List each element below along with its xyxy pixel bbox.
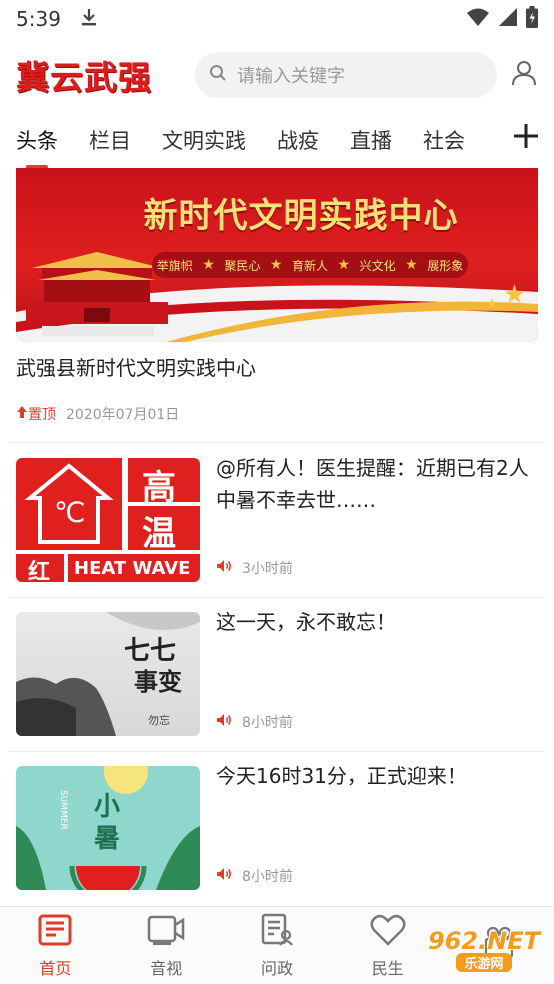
thumb-text: 事变 [134,667,182,696]
thumb-text: 红 [28,560,51,582]
news-title: @所有人！医生提醒：近期已有2人中暑不幸去世…… [216,456,529,512]
download-icon [79,7,99,32]
news-thumbnail-xiaoshu: 小 暑 SUMMER [16,766,200,890]
star-icon: ★ [202,257,215,273]
search-icon [209,64,227,87]
hero-caption[interactable]: 武强县新时代文明实践中心 [16,352,256,381]
divider [8,597,546,598]
wifi-icon [466,7,490,32]
app-logo: 冀云武强 [16,58,152,97]
news-item[interactable]: ℃ 高 温 红 HEAT WAVE @所有人！医生提醒：近期已有2人中暑不幸去世… [16,456,538,582]
plus-icon [513,123,539,153]
nav-label: 问政 [260,958,293,978]
publish-date: 2020年07月01日 [66,407,180,423]
thumb-text: 勿忘 [148,714,170,727]
search-input[interactable]: 请输入关键字 [195,52,497,98]
news-item[interactable]: 七七 事变 勿忘 这一天，永不敢忘！ 8小时前 [16,610,538,736]
tab-zhibo[interactable]: 直播 [350,125,392,155]
user-profile-button[interactable] [508,59,540,91]
tab-shehui[interactable]: 社会 [423,125,465,155]
status-time: 5:39 [16,7,61,31]
banner-title: 新时代文明实践中心 [143,196,459,236]
hero-meta: 置顶 2020年07月01日 [16,404,179,424]
speaker-icon [216,867,232,885]
tab-toutiao[interactable]: 头条 [16,125,58,169]
hero-banner[interactable]: 新时代文明实践中心 举旗帜 ★ 聚民心 ★ 育新人 ★ 兴文化 ★ 展形象 ★ … [16,168,538,342]
battery-icon [526,5,538,33]
nav-label: 首页 [39,958,72,978]
pin-label: 置顶 [28,407,56,423]
app-header: 冀云武强 请输入关键字 [0,40,554,110]
home-news-icon [38,913,72,951]
news-thumbnail-heatwave: ℃ 高 温 红 HEAT WAVE [16,458,200,582]
nav-inquiry[interactable]: 问政 [222,907,333,984]
inquiry-icon [260,913,294,951]
star-icon: ★ [337,257,351,273]
star-icon: ★ [405,257,418,273]
news-title: 今天16时31分，正式迎来！ [216,764,467,788]
nav-home[interactable]: 首页 [0,907,111,984]
speaker-icon [216,713,232,731]
status-bar: 5:39 [0,0,554,38]
video-icon [147,913,185,951]
category-tabs: 头条 栏目 文明实践 战疫 直播 社会 [0,112,554,169]
news-time: 8小时前 [242,715,293,731]
watermark-sub: 乐游网 [456,952,512,972]
news-title: 这一天，永不敢忘！ [216,610,396,634]
thumb-text: 高 [142,468,176,508]
banner-tag: 展形象 [427,258,464,273]
nav-label: 民生 [371,958,404,978]
star-icon: ★ [269,257,283,273]
banner-tag: 育新人 [291,258,328,273]
news-thumbnail-july7: 七七 事变 勿忘 [16,612,200,736]
star-decoration-icon: ★ [485,296,498,312]
banner-tags: 举旗帜 ★ 聚民心 ★ 育新人 ★ 兴文化 ★ 展形象 [152,252,468,278]
thumb-text: SUMMER [58,790,68,830]
tab-lanmu[interactable]: 栏目 [89,125,131,155]
thumb-text: 温 [142,514,176,554]
search-placeholder: 请输入关键字 [237,66,345,87]
news-meta: 8小时前 [216,712,293,732]
heart-icon [370,913,406,951]
divider [8,442,546,443]
news-time: 8小时前 [242,869,293,885]
tab-wenming-shijian[interactable]: 文明实践 [162,125,246,155]
pin-badge: 置顶 [16,404,56,424]
banner-tag: 举旗帜 [156,258,193,273]
banner-tag: 聚民心 [224,258,261,273]
tiananmen-illustration [26,252,168,336]
site-watermark: 962.NET 乐游网 [420,918,548,980]
watermark-main: 962.NET [427,926,541,955]
signal-icon [498,7,518,32]
user-icon [511,60,537,90]
news-time: 3小时前 [242,561,293,577]
pin-arrow-icon [16,405,28,423]
tab-zhanyi[interactable]: 战疫 [277,125,319,155]
news-item[interactable]: 小 暑 SUMMER 今天16时31分，正式迎来！ 8小时前 [16,764,538,890]
thumb-text: ℃ [54,496,86,529]
news-meta: 3小时前 [216,558,293,578]
thumb-text: HEAT WAVE [74,558,191,579]
nav-label: 音视 [150,958,183,978]
thumb-text: 暑 [94,824,121,854]
speaker-icon [216,559,232,577]
nav-video[interactable]: 音视 [111,907,222,984]
star-decoration-icon: ★ [502,280,526,310]
divider [8,751,546,752]
banner-tag: 兴文化 [359,258,396,273]
add-channel-button[interactable] [506,118,546,158]
news-meta: 8小时前 [216,866,293,886]
